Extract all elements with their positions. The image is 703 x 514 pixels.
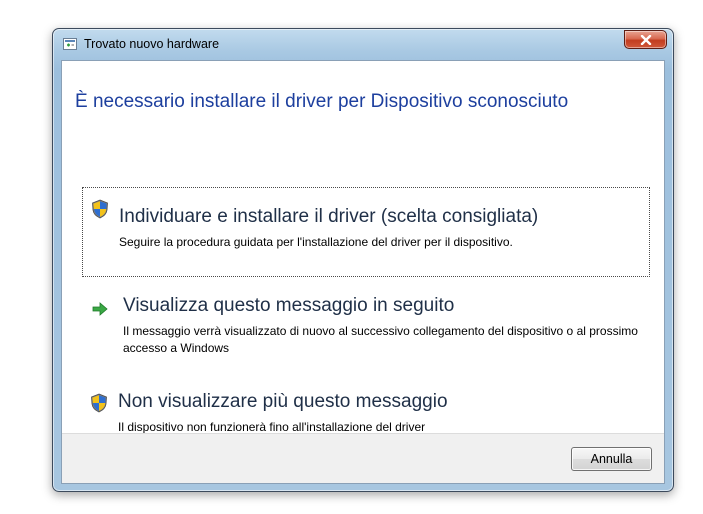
title-bar[interactable]: Trovato nuovo hardware xyxy=(53,29,673,60)
option-description: Il messaggio verrà visualizzato di nuovo… xyxy=(123,324,638,355)
hardware-wizard-icon xyxy=(63,38,77,50)
green-arrow-icon xyxy=(92,301,110,321)
close-x-icon xyxy=(640,34,651,45)
window-title: Trovato nuovo hardware xyxy=(84,37,220,51)
option-description: Seguire la procedura guidata per l'insta… xyxy=(119,235,513,249)
uac-shield-icon xyxy=(90,393,108,413)
option-remind-later[interactable]: Visualizza questo messaggio in seguito I… xyxy=(82,283,650,363)
option-dont-show-again[interactable]: Non visualizzare più questo messaggio Il… xyxy=(82,369,650,434)
option-title: Non visualizzare più questo messaggio xyxy=(118,391,448,412)
option-title: Visualizza questo messaggio in seguito xyxy=(123,295,455,316)
uac-shield-icon xyxy=(91,199,109,219)
dialog-header: È necessario installare il driver per Di… xyxy=(75,91,569,112)
close-button[interactable] xyxy=(624,30,667,49)
dialog-content: È necessario installare il driver per Di… xyxy=(61,60,665,484)
option-install-driver[interactable]: Individuare e installare il driver (scel… xyxy=(82,187,650,277)
cancel-button[interactable]: Annulla xyxy=(571,447,652,471)
option-title: Individuare e installare il driver (scel… xyxy=(119,206,539,227)
dialog-window: Trovato nuovo hardware È necessario inst… xyxy=(52,28,674,492)
dialog-footer: Annulla xyxy=(62,433,664,483)
